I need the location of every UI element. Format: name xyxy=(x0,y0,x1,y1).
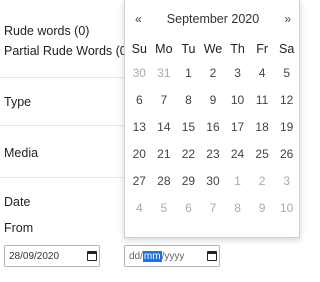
calendar-day[interactable]: 14 xyxy=(152,114,177,141)
weekday-label: Tu xyxy=(181,42,196,56)
type-label[interactable]: Type xyxy=(4,95,31,109)
calendar-day[interactable]: 11 xyxy=(250,87,275,114)
calendar-week-row: 30 31 1 2 3 4 5 xyxy=(127,60,299,87)
calendar-icon[interactable] xyxy=(207,251,217,261)
calendar-day-outside-month[interactable]: 10 xyxy=(274,195,299,222)
weekday-label: Mo xyxy=(155,42,173,56)
calendar-day-outside-month[interactable]: 6 xyxy=(176,195,201,222)
calendar-day-outside-month[interactable]: 1 xyxy=(225,168,250,195)
calendar-icon[interactable] xyxy=(87,251,97,261)
calendar-day[interactable]: 9 xyxy=(201,87,226,114)
next-month-button[interactable]: » xyxy=(284,12,291,26)
calendar-day[interactable]: 12 xyxy=(274,87,299,114)
calendar-grid: Su Mo Tu We Th Fr Sa 30 31 1 2 3 4 5 6 7 8 9 10 11 12 13 14 15… xyxy=(127,38,299,222)
month-title: September 2020 xyxy=(166,12,260,26)
calendar-header: « September 2020 » xyxy=(125,12,301,28)
calendar-day[interactable]: 17 xyxy=(225,114,250,141)
calendar-day-outside-month[interactable]: 3 xyxy=(274,168,299,195)
calendar-week-row: 4 5 6 7 8 9 10 xyxy=(127,195,299,222)
calendar-day-outside-month[interactable]: 2 xyxy=(250,168,275,195)
calendar-day[interactable]: 24 xyxy=(225,141,250,168)
to-year-segment[interactable]: yyyy xyxy=(164,251,184,262)
calendar-day[interactable]: 25 xyxy=(250,141,275,168)
calendar-day[interactable]: 22 xyxy=(176,141,201,168)
weekday-header: Su Mo Tu We Th Fr Sa xyxy=(127,38,299,60)
calendar-day[interactable]: 29 xyxy=(176,168,201,195)
partial-rude-words-label[interactable]: Partial Rude Words (0) xyxy=(4,44,131,58)
calendar-day-outside-month[interactable]: 8 xyxy=(225,195,250,222)
calendar-week-row: 13 14 15 16 17 18 19 xyxy=(127,114,299,141)
calendar-day[interactable]: 15 xyxy=(176,114,201,141)
calendar-day-outside-month[interactable]: 4 xyxy=(127,195,152,222)
calendar-day-outside-month[interactable]: 31 xyxy=(152,60,177,87)
calendar-day-outside-month[interactable]: 5 xyxy=(152,195,177,222)
calendar-day-outside-month[interactable]: 30 xyxy=(127,60,152,87)
calendar-day[interactable]: 19 xyxy=(274,114,299,141)
calendar-day[interactable]: 3 xyxy=(225,60,250,87)
from-date-value: 28/09/2020 xyxy=(9,251,60,262)
weekday-label: We xyxy=(203,42,223,56)
weekday-label: Fr xyxy=(256,42,268,56)
calendar-day[interactable]: 30 xyxy=(201,168,226,195)
date-label: Date xyxy=(4,195,31,209)
to-date-value: dd/mm/yyyy xyxy=(129,251,184,262)
weekday-label: Th xyxy=(230,42,245,56)
weekday-label: Su xyxy=(131,42,147,56)
rude-words-label[interactable]: Rude words (0) xyxy=(4,24,89,38)
calendar-day[interactable]: 20 xyxy=(127,141,152,168)
calendar-day[interactable]: 28 xyxy=(152,168,177,195)
calendar-day[interactable]: 1 xyxy=(176,60,201,87)
calendar-day-outside-month[interactable]: 7 xyxy=(201,195,226,222)
calendar-day[interactable]: 13 xyxy=(127,114,152,141)
from-date-input[interactable]: 28/09/2020 xyxy=(4,245,100,267)
calendar-day[interactable]: 23 xyxy=(201,141,226,168)
calendar-day[interactable]: 10 xyxy=(225,87,250,114)
calendar-week-row: 6 7 8 9 10 11 12 xyxy=(127,87,299,114)
media-label[interactable]: Media xyxy=(4,146,38,160)
calendar-day[interactable]: 4 xyxy=(250,60,275,87)
to-month-segment[interactable]: mm xyxy=(142,251,162,262)
calendar-week-row: 27 28 29 30 1 2 3 xyxy=(127,168,299,195)
calendar-weeks: 30 31 1 2 3 4 5 6 7 8 9 10 11 12 13 14 15 16 17 18 19 20 21 22 2… xyxy=(127,60,299,222)
calendar-day[interactable]: 27 xyxy=(127,168,152,195)
calendar-day[interactable]: 6 xyxy=(127,87,152,114)
from-label: From xyxy=(4,221,34,235)
calendar-week-row: 20 21 22 23 24 25 26 xyxy=(127,141,299,168)
to-day-segment[interactable]: dd xyxy=(129,251,140,262)
weekday-label: Sa xyxy=(279,42,295,56)
calendar-day[interactable]: 21 xyxy=(152,141,177,168)
date-picker-popup: « September 2020 » Su Mo Tu We Th Fr Sa 30 31 1 2… xyxy=(124,0,300,238)
calendar-day[interactable]: 18 xyxy=(250,114,275,141)
calendar-day[interactable]: 16 xyxy=(201,114,226,141)
calendar-day[interactable]: 2 xyxy=(201,60,226,87)
calendar-day[interactable]: 7 xyxy=(152,87,177,114)
to-date-input[interactable]: dd/mm/yyyy xyxy=(124,245,220,267)
calendar-day[interactable]: 5 xyxy=(274,60,299,87)
calendar-day-outside-month[interactable]: 9 xyxy=(250,195,275,222)
calendar-day[interactable]: 26 xyxy=(274,141,299,168)
calendar-day[interactable]: 8 xyxy=(176,87,201,114)
